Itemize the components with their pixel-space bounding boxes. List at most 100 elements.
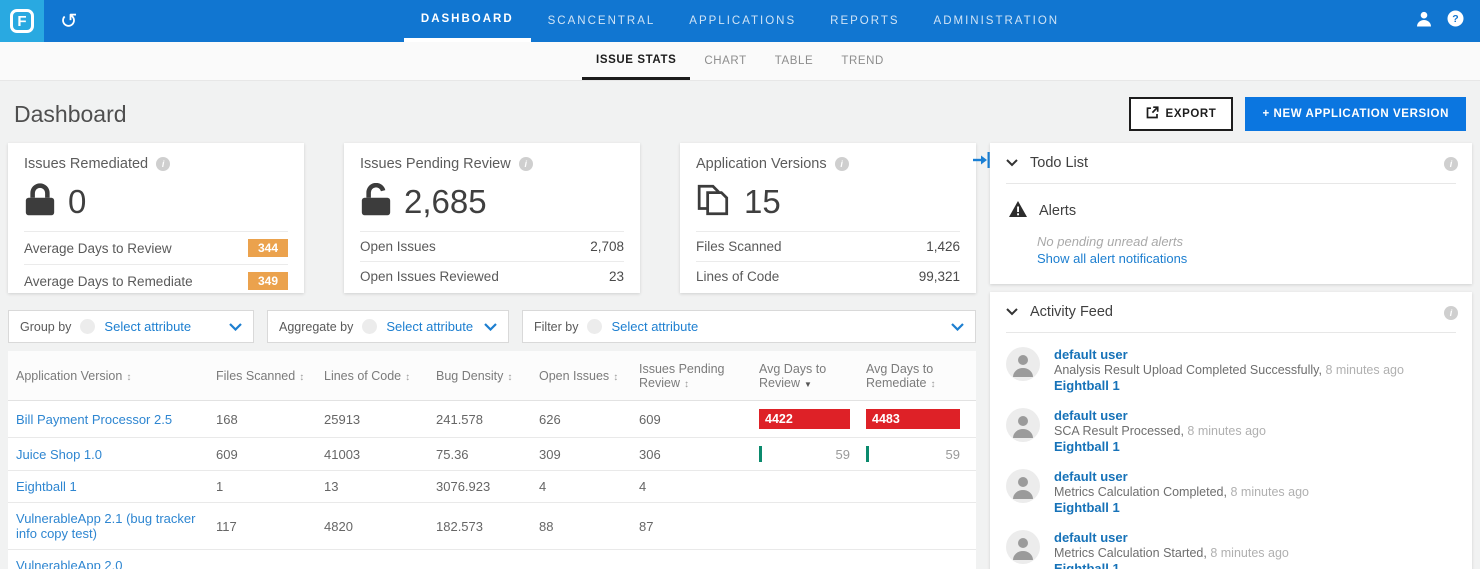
table-row: VulnerableApp 2.0 (copy_current_state te… xyxy=(8,550,976,569)
attribute-icon xyxy=(587,319,603,334)
nav-administration[interactable]: ADMINISTRATION xyxy=(917,0,1077,42)
sort-icon[interactable]: ↕ xyxy=(930,379,935,390)
feed-item: default user Metrics Calculation Started… xyxy=(1006,530,1456,569)
col-avg-days-review[interactable]: Avg Days to Review ▼ xyxy=(753,354,860,398)
attribute-icon xyxy=(80,319,96,334)
info-icon[interactable]: i xyxy=(1444,157,1458,171)
tab-chart[interactable]: CHART xyxy=(690,42,760,80)
col-lines-of-code[interactable]: Lines of Code ↕ xyxy=(318,361,430,391)
feed-app-link[interactable]: Eightball 1 xyxy=(1054,439,1266,454)
card-value: 15 xyxy=(744,183,781,220)
feed-user-link[interactable]: default user xyxy=(1054,469,1309,484)
feed-item: default user Analysis Result Upload Comp… xyxy=(1006,347,1456,393)
avg-days-review-value: 59 xyxy=(835,446,850,462)
cell-files-scanned: 168 xyxy=(216,411,238,427)
feed-user-link[interactable]: default user xyxy=(1054,530,1289,545)
app-version-link[interactable]: Bill Payment Processor 2.5 xyxy=(16,412,172,427)
info-icon[interactable]: i xyxy=(156,157,171,171)
cell-avg-remediate-empty xyxy=(860,479,970,495)
avg-days-remediate-bar: 4483 xyxy=(866,409,960,429)
avatar xyxy=(1006,347,1040,381)
info-icon[interactable]: i xyxy=(518,157,533,171)
nav-scancentral[interactable]: SCANCENTRAL xyxy=(531,0,673,42)
col-open-issues[interactable]: Open Issues ↕ xyxy=(533,361,633,391)
nav-applications[interactable]: APPLICATIONS xyxy=(672,0,813,42)
feed-user-link[interactable]: default user xyxy=(1054,408,1266,423)
sort-icon[interactable]: ↕ xyxy=(684,379,689,390)
export-button[interactable]: EXPORT xyxy=(1128,97,1234,131)
app-version-link[interactable]: Eightball 1 xyxy=(16,479,77,494)
card-value: 0 xyxy=(68,183,87,220)
stat-label: Open Issues Reviewed xyxy=(360,269,499,284)
feed-app-link[interactable]: Eightball 1 xyxy=(1054,561,1289,569)
aggregate-by-label: Aggregate by xyxy=(279,319,354,334)
filter-by-dropdown[interactable]: Filter by Select attribute xyxy=(522,310,976,343)
tab-table[interactable]: TABLE xyxy=(761,42,828,80)
cell-files-scanned: 117 xyxy=(216,518,237,534)
info-icon[interactable]: i xyxy=(834,157,849,171)
nav-dashboard[interactable]: DASHBOARD xyxy=(403,0,531,42)
chevron-down-icon xyxy=(229,318,242,336)
stat-value: 2,708 xyxy=(590,239,624,254)
cell-files-scanned: 117 xyxy=(210,558,318,569)
chevron-down-icon xyxy=(951,318,964,336)
sort-icon[interactable]: ↕ xyxy=(613,372,618,383)
export-button-label: EXPORT xyxy=(1165,108,1217,120)
col-application-version[interactable]: Application Version ↕ xyxy=(8,361,210,391)
col-avg-days-remediate[interactable]: Avg Days to Remediate ↕ xyxy=(860,354,970,398)
sort-desc-icon[interactable]: ▼ xyxy=(804,380,812,389)
feed-app-link[interactable]: Eightball 1 xyxy=(1054,500,1309,515)
card-title: Issues Pending Review xyxy=(360,156,511,172)
cell-lines-of-code: 41003 xyxy=(324,446,361,462)
feed-time: 8 minutes ago xyxy=(1325,363,1404,377)
feed-app-link[interactable]: Eightball 1 xyxy=(1054,378,1404,393)
cell-bug-density: 241.578 xyxy=(436,411,483,427)
sort-icon[interactable]: ↕ xyxy=(507,372,512,383)
app-version-link[interactable]: VulnerableApp 2.1 (bug tracker info copy… xyxy=(16,511,195,541)
collapse-sidebar-icon[interactable] xyxy=(973,151,990,174)
new-application-version-button[interactable]: + NEW APPLICATION VERSION xyxy=(1245,97,1466,131)
chevron-down-icon[interactable] xyxy=(1006,304,1018,320)
feed-time: 8 minutes ago xyxy=(1210,546,1289,560)
aggregate-by-dropdown[interactable]: Aggregate by Select attribute xyxy=(267,310,509,343)
user-icon[interactable] xyxy=(1415,10,1433,33)
cell-open-issues: 88 xyxy=(539,518,554,534)
table-header-row: Application Version ↕ Files Scanned ↕ Line… xyxy=(8,351,976,401)
stat-value: 99,321 xyxy=(918,269,960,284)
col-bug-density[interactable]: Bug Density ↕ xyxy=(430,361,533,391)
sort-icon[interactable]: ↕ xyxy=(405,372,410,383)
feed-message: Analysis Result Upload Completed Success… xyxy=(1054,363,1322,377)
stat-cards: Issues Remediated i 0 Average Days to Re… xyxy=(8,143,976,293)
attribute-icon xyxy=(362,319,378,334)
card-issues-remediated: Issues Remediated i 0 Average Days to Re… xyxy=(8,143,304,293)
cell-issues-pending: 4 xyxy=(639,479,647,494)
cell-avg-remediate-empty xyxy=(860,565,970,569)
help-icon[interactable]: ? xyxy=(1447,10,1464,32)
group-by-dropdown[interactable]: Group by Select attribute xyxy=(8,310,254,343)
sort-icon[interactable]: ↕ xyxy=(126,372,131,383)
tab-trend[interactable]: TREND xyxy=(827,42,898,80)
lock-closed-icon xyxy=(24,182,56,222)
col-issues-pending-review[interactable]: Issues Pending Review ↕ xyxy=(633,354,753,398)
cell-bug-density: 75.36 xyxy=(436,446,469,462)
warning-icon xyxy=(1008,200,1028,222)
app-version-link[interactable]: Juice Shop 1.0 xyxy=(16,447,102,462)
application-versions-table: Application Version ↕ Files Scanned ↕ Line… xyxy=(8,351,976,569)
copies-icon xyxy=(696,183,732,222)
nav-reports[interactable]: REPORTS xyxy=(813,0,916,42)
info-icon[interactable]: i xyxy=(1444,306,1458,320)
app-version-link[interactable]: VulnerableApp 2.0 (copy_current_state te… xyxy=(16,558,160,569)
feed-user-link[interactable]: default user xyxy=(1054,347,1404,362)
tab-issue-stats[interactable]: ISSUE STATS xyxy=(582,42,691,80)
aggregate-by-value: Select attribute xyxy=(386,319,474,334)
avg-days-tick xyxy=(759,446,762,462)
filter-by-value: Select attribute xyxy=(611,319,699,334)
feed-item: default user Metrics Calculation Complet… xyxy=(1006,469,1456,515)
sort-icon[interactable]: ↕ xyxy=(299,372,304,383)
show-all-alerts-link[interactable]: Show all alert notifications xyxy=(1037,251,1456,266)
chevron-down-icon[interactable] xyxy=(1006,155,1018,171)
filter-by-label: Filter by xyxy=(534,319,579,334)
feed-message: SCA Result Processed, xyxy=(1054,424,1184,438)
col-files-scanned[interactable]: Files Scanned ↕ xyxy=(210,361,318,391)
group-by-label: Group by xyxy=(20,319,72,334)
